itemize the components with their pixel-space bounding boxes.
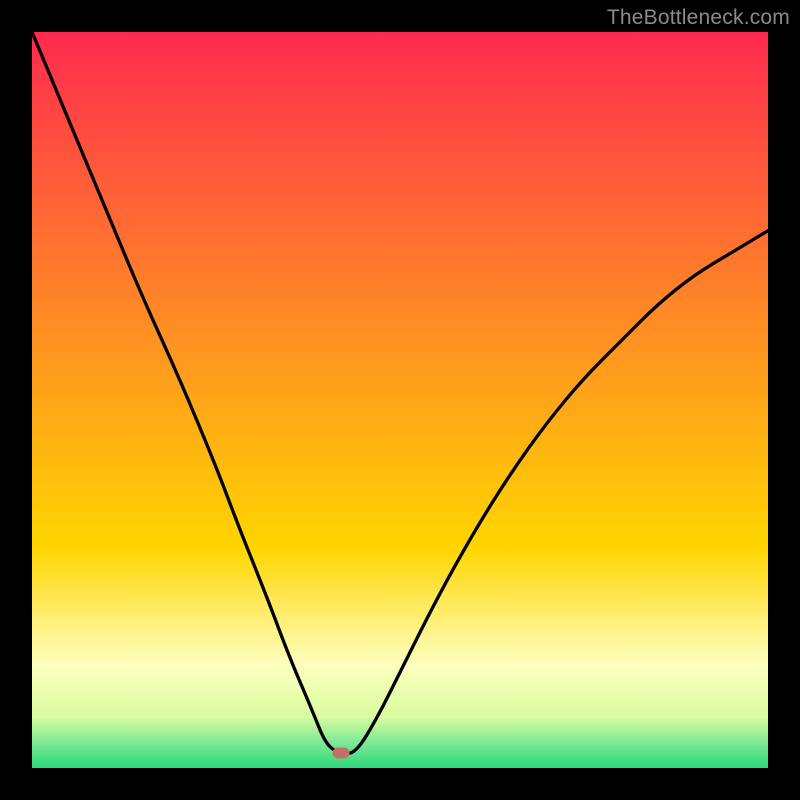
plot-area [32,32,768,768]
bottleneck-curve [32,32,768,768]
chart-frame: TheBottleneck.com [0,0,800,800]
optimal-point-marker [333,748,350,759]
watermark-text: TheBottleneck.com [607,6,790,30]
